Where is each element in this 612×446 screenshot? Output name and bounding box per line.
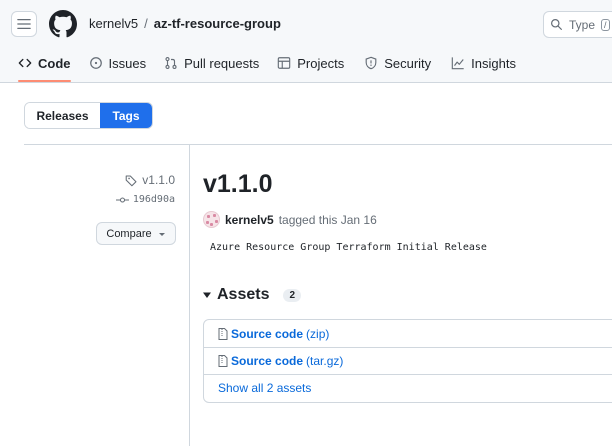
issue-icon [89,56,103,70]
breadcrumb: kernelv5 / az-tf-resource-group [89,16,281,31]
avatar[interactable] [203,211,220,228]
tab-code-label: Code [38,55,71,71]
tab-pull-requests-label: Pull requests [184,55,260,71]
github-logo-icon[interactable] [49,10,77,38]
graph-icon [451,56,465,70]
breadcrumb-separator: / [144,16,148,31]
sidebar-commit[interactable]: 196d90a [115,194,175,205]
tab-insights-label: Insights [471,55,516,71]
tab-projects-label: Projects [297,55,345,71]
tag-icon [125,175,137,186]
asset-ext: (tar.gz) [306,354,344,368]
tab-insights[interactable]: Insights [451,48,516,78]
asset-item[interactable]: Source code (zip) [204,320,612,347]
release-meta: kernelv5 tagged this Jan 16 [203,211,377,228]
search-icon [551,19,562,30]
release-description: Azure Resource Group Terraform Initial R… [210,242,487,253]
vertical-divider [189,145,190,446]
pull-request-icon [164,56,178,70]
releases-toggle-button[interactable]: Releases [25,103,100,128]
assets-heading: Assets [217,286,270,303]
asset-ext: (zip) [306,326,330,341]
repo-link[interactable]: az-tf-resource-group [154,16,281,31]
search-input[interactable]: Type / [543,11,612,38]
search-placeholder: Type [569,17,596,32]
asset-item[interactable]: Source code (tar.gz) [204,347,612,374]
asset-name: Source code [231,354,304,368]
compare-label: Compare [106,227,152,240]
releases-tags-toggle: Releases Tags [24,102,153,129]
triangle-down-icon [203,292,211,298]
tab-code[interactable]: Code [18,48,71,82]
shield-icon [364,56,378,70]
assets-toggle[interactable]: Assets 2 [203,286,302,304]
author-link[interactable]: kernelv5 [225,213,274,227]
tab-issues-label: Issues [108,55,147,71]
owner-link[interactable]: kernelv5 [89,16,138,31]
tab-issues[interactable]: Issues [89,48,147,78]
assets-count-badge: 2 [283,288,302,302]
repo-header: kernelv5 / az-tf-resource-group Type / C… [0,0,612,83]
table-icon [277,56,291,70]
sidebar-tag-label: v1.1.0 [142,173,175,187]
sidebar-tag[interactable]: v1.1.0 [125,173,175,187]
tab-projects[interactable]: Projects [277,48,344,78]
menu-button[interactable] [11,11,37,37]
release-title[interactable]: v1.1.0 [203,170,273,199]
show-all-assets-link[interactable]: Show all 2 assets [204,374,612,401]
hamburger-icon [17,18,31,30]
code-icon [18,56,32,70]
divider [24,144,612,145]
sidebar-commit-sha: 196d90a [132,194,175,205]
tab-security-label: Security [384,55,432,71]
release-action-text: tagged this Jan 16 [278,212,377,227]
assets-list: Source code (zip) Source code (tar.gz) S… [203,319,612,403]
file-zip-icon [218,327,228,340]
caret-down-icon [158,232,165,236]
tab-security[interactable]: Security [364,48,431,78]
search-shortcut-key: / [601,18,610,31]
file-zip-icon [218,355,228,367]
repo-nav-tabs: Code Issues Pull requests Projects Secur… [0,48,516,82]
tags-toggle-button[interactable]: Tags [100,103,152,128]
commit-icon [115,196,129,203]
asset-name: Source code [231,326,304,341]
tab-pull-requests[interactable]: Pull requests [164,48,259,78]
compare-button[interactable]: Compare [96,222,176,245]
